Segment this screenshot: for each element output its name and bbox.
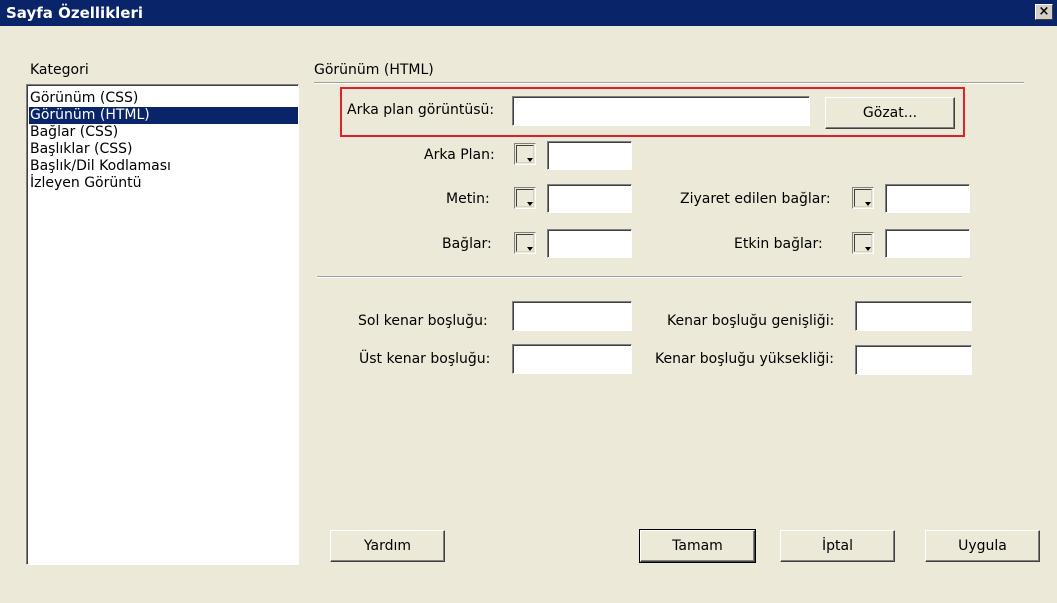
active-links-color-picker[interactable] xyxy=(852,232,874,254)
active-links-color-field[interactable] xyxy=(885,229,970,258)
top-margin-input[interactable] xyxy=(512,344,632,374)
margin-height-label: Kenar boşluğu yüksekliği: xyxy=(655,351,835,367)
left-margin-input[interactable] xyxy=(512,301,632,331)
category-item-baslik-dil[interactable]: Başlık/Dil Kodlaması xyxy=(29,158,298,175)
chevron-down-icon xyxy=(865,202,871,206)
chevron-down-icon xyxy=(527,247,533,251)
category-item-baglar-css[interactable]: Bağlar (CSS) xyxy=(29,124,298,141)
text-color-field[interactable] xyxy=(547,184,632,213)
window-title: Sayfa Özellikleri xyxy=(6,4,144,22)
top-margin-label: Üst kenar boşluğu: xyxy=(359,351,491,367)
chevron-down-icon xyxy=(527,158,533,162)
background-image-input[interactable] xyxy=(512,96,810,126)
chevron-down-icon xyxy=(865,247,871,251)
category-item-gorunum-css[interactable]: Görünüm (CSS) xyxy=(29,90,298,107)
title-bar: Sayfa Özellikleri × xyxy=(0,0,1057,26)
category-header: Kategori xyxy=(30,62,89,78)
margin-width-input[interactable] xyxy=(855,301,972,331)
chevron-down-icon xyxy=(527,202,533,206)
links-color-field[interactable] xyxy=(547,229,632,258)
text-color-picker[interactable] xyxy=(514,187,536,209)
visited-links-color-picker[interactable] xyxy=(852,187,874,209)
left-margin-label: Sol kenar boşluğu: xyxy=(358,313,488,329)
background-color-label: Arka Plan: xyxy=(424,147,495,163)
margins-divider xyxy=(317,276,962,278)
background-color-picker[interactable] xyxy=(514,143,536,165)
margin-width-label: Kenar boşluğu genişliği: xyxy=(667,313,835,329)
close-icon[interactable]: × xyxy=(1035,4,1053,20)
visited-links-label: Ziyaret edilen bağlar: xyxy=(680,191,831,207)
apply-button[interactable]: Uygula xyxy=(925,530,1040,562)
links-color-label: Bağlar: xyxy=(442,236,492,252)
background-color-field[interactable] xyxy=(547,141,632,170)
text-color-label: Metin: xyxy=(446,191,490,207)
category-item-izleyen-goruntu[interactable]: İzleyen Görüntü xyxy=(29,175,298,192)
margin-height-input[interactable] xyxy=(855,345,972,375)
cancel-button[interactable]: İptal xyxy=(780,530,895,562)
category-item-gorunum-html[interactable]: Görünüm (HTML) xyxy=(29,107,298,124)
browse-button[interactable]: Gözat... xyxy=(825,97,955,129)
section-title: Görünüm (HTML) xyxy=(314,62,434,78)
category-item-basliklar-css[interactable]: Başlıklar (CSS) xyxy=(29,141,298,158)
section-divider xyxy=(314,82,1024,84)
links-color-picker[interactable] xyxy=(514,232,536,254)
visited-links-color-field[interactable] xyxy=(885,184,970,213)
help-button[interactable]: Yardım xyxy=(330,530,445,562)
category-list[interactable]: Görünüm (CSS) Görünüm (HTML) Bağlar (CSS… xyxy=(26,84,299,565)
active-links-label: Etkin bağlar: xyxy=(734,236,823,252)
ok-button[interactable]: Tamam xyxy=(639,529,756,563)
background-image-label: Arka plan görüntüsü: xyxy=(347,102,495,118)
